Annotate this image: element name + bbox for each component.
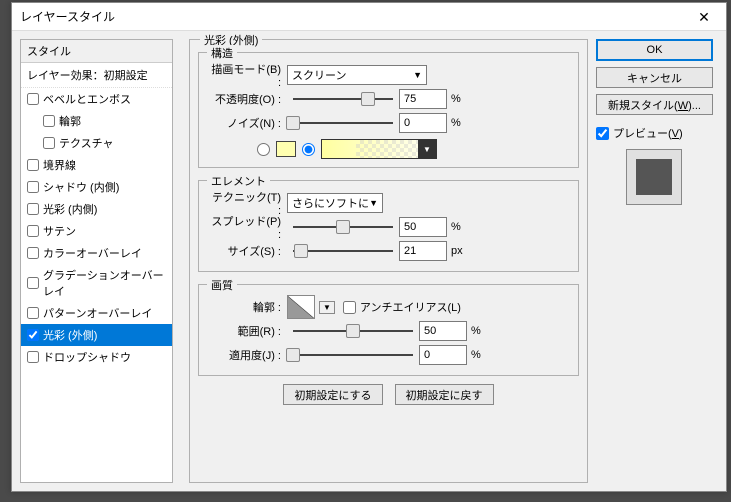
close-button[interactable]: ✕: [682, 3, 726, 31]
style-label: カラーオーバーレイ: [43, 245, 142, 261]
chevron-down-icon: ▼: [413, 70, 422, 80]
range-label: 範囲(R) :: [207, 323, 287, 339]
noise-input[interactable]: [399, 113, 447, 133]
chevron-down-icon[interactable]: ▼: [418, 140, 436, 158]
style-label: 光彩 (内側): [43, 201, 97, 217]
style-checkbox[interactable]: [27, 203, 39, 215]
style-item[interactable]: ドロップシャドウ: [21, 346, 172, 368]
style-label: サテン: [43, 223, 76, 239]
style-label: 境界線: [43, 157, 76, 173]
spread-slider[interactable]: [293, 218, 393, 236]
size-slider[interactable]: [293, 242, 393, 260]
ok-button[interactable]: OK: [596, 39, 713, 61]
style-checkbox[interactable]: [27, 329, 39, 341]
gradient-radio[interactable]: [302, 143, 315, 156]
style-checkbox[interactable]: [27, 181, 39, 193]
style-item[interactable]: シャドウ (内側): [21, 176, 172, 198]
style-item[interactable]: カラーオーバーレイ: [21, 242, 172, 264]
gradient-picker[interactable]: ▼: [321, 139, 437, 159]
preview-checkbox[interactable]: プレビュー(V): [596, 125, 716, 141]
jitter-input[interactable]: [419, 345, 467, 365]
style-item[interactable]: サテン: [21, 220, 172, 242]
technique-dropdown[interactable]: さらにソフトに ▼: [287, 193, 383, 213]
style-label: 光彩 (外側): [43, 327, 97, 343]
style-label: シャドウ (内側): [43, 179, 119, 195]
style-checkbox[interactable]: [43, 115, 55, 127]
cancel-button[interactable]: キャンセル: [596, 67, 713, 88]
quality-fieldset: 画質 輪郭 : ▼ アンチエイリアス(L) 範囲(R) :: [198, 284, 579, 376]
dialog-title: レイヤースタイル: [20, 8, 115, 25]
style-checkbox[interactable]: [27, 307, 39, 319]
preview-thumbnail: [626, 149, 682, 205]
style-checkbox[interactable]: [27, 225, 39, 237]
style-item[interactable]: 境界線: [21, 154, 172, 176]
style-item[interactable]: テクスチャ: [21, 132, 172, 154]
opacity-slider[interactable]: [293, 90, 393, 108]
style-checkbox[interactable]: [27, 351, 39, 363]
range-input[interactable]: [419, 321, 467, 341]
titlebar[interactable]: レイヤースタイル ✕: [12, 3, 726, 31]
element-fieldset: エレメント テクニック(T) : さらにソフトに ▼ スプレッド(P) : %: [198, 180, 579, 272]
quality-title: 画質: [207, 277, 237, 293]
color-swatch[interactable]: [276, 141, 296, 157]
layer-style-dialog: レイヤースタイル ✕ スタイル レイヤー効果：初期設定 ベベルとエンボス輪郭テク…: [11, 2, 727, 492]
contour-picker[interactable]: [287, 295, 315, 319]
antialias-checkbox[interactable]: アンチエイリアス(L): [343, 299, 461, 315]
chevron-down-icon: ▼: [369, 198, 378, 208]
new-style-button[interactable]: 新規スタイル(W)...: [596, 94, 713, 115]
structure-fieldset: 構造 描画モード(B) : スクリーン ▼ 不透明度(O) : %: [198, 52, 579, 168]
noise-label: ノイズ(N) :: [207, 115, 287, 131]
size-label: サイズ(S) :: [207, 243, 287, 259]
style-item[interactable]: 輪郭: [21, 110, 172, 132]
opacity-label: 不透明度(O) :: [207, 91, 287, 107]
jitter-label: 適用度(J) :: [207, 347, 287, 363]
style-checkbox[interactable]: [27, 247, 39, 259]
chevron-down-icon[interactable]: ▼: [319, 301, 335, 314]
color-radio[interactable]: [257, 143, 270, 156]
styles-list: スタイル レイヤー効果：初期設定 ベベルとエンボス輪郭テクスチャ境界線シャドウ …: [20, 39, 173, 483]
jitter-slider[interactable]: [293, 346, 413, 364]
style-label: パターンオーバーレイ: [43, 305, 152, 321]
blend-mode-dropdown[interactable]: スクリーン ▼: [287, 65, 427, 85]
noise-slider[interactable]: [293, 114, 393, 132]
structure-title: 構造: [207, 45, 237, 61]
spread-label: スプレッド(P) :: [207, 213, 287, 241]
style-label: ベベルとエンボス: [43, 91, 131, 107]
effect-panel: 光彩 (外側) 構造 描画モード(B) : スクリーン ▼ 不透明度(O) :: [189, 39, 588, 483]
style-label: グラデーションオーバーレイ: [43, 267, 166, 299]
opacity-input[interactable]: [399, 89, 447, 109]
make-default-button[interactable]: 初期設定にする: [283, 384, 382, 405]
spread-input[interactable]: [399, 217, 447, 237]
layer-effect-row[interactable]: レイヤー効果：初期設定: [21, 63, 172, 88]
styles-header[interactable]: スタイル: [21, 40, 172, 63]
style-label: テクスチャ: [59, 135, 114, 151]
style-checkbox[interactable]: [27, 93, 39, 105]
element-title: エレメント: [207, 173, 270, 189]
style-item[interactable]: 光彩 (内側): [21, 198, 172, 220]
style-item[interactable]: 光彩 (外側): [21, 324, 172, 346]
blend-mode-label: 描画モード(B) :: [207, 61, 287, 89]
style-item[interactable]: パターンオーバーレイ: [21, 302, 172, 324]
style-item[interactable]: グラデーションオーバーレイ: [21, 264, 172, 302]
style-checkbox[interactable]: [27, 277, 39, 289]
style-label: 輪郭: [59, 113, 81, 129]
style-label: ドロップシャドウ: [43, 349, 131, 365]
style-item[interactable]: ベベルとエンボス: [21, 88, 172, 110]
contour-label: 輪郭 :: [207, 299, 287, 315]
style-checkbox[interactable]: [27, 159, 39, 171]
size-input[interactable]: [399, 241, 447, 261]
style-checkbox[interactable]: [43, 137, 55, 149]
range-slider[interactable]: [293, 322, 413, 340]
reset-default-button[interactable]: 初期設定に戻す: [395, 384, 494, 405]
